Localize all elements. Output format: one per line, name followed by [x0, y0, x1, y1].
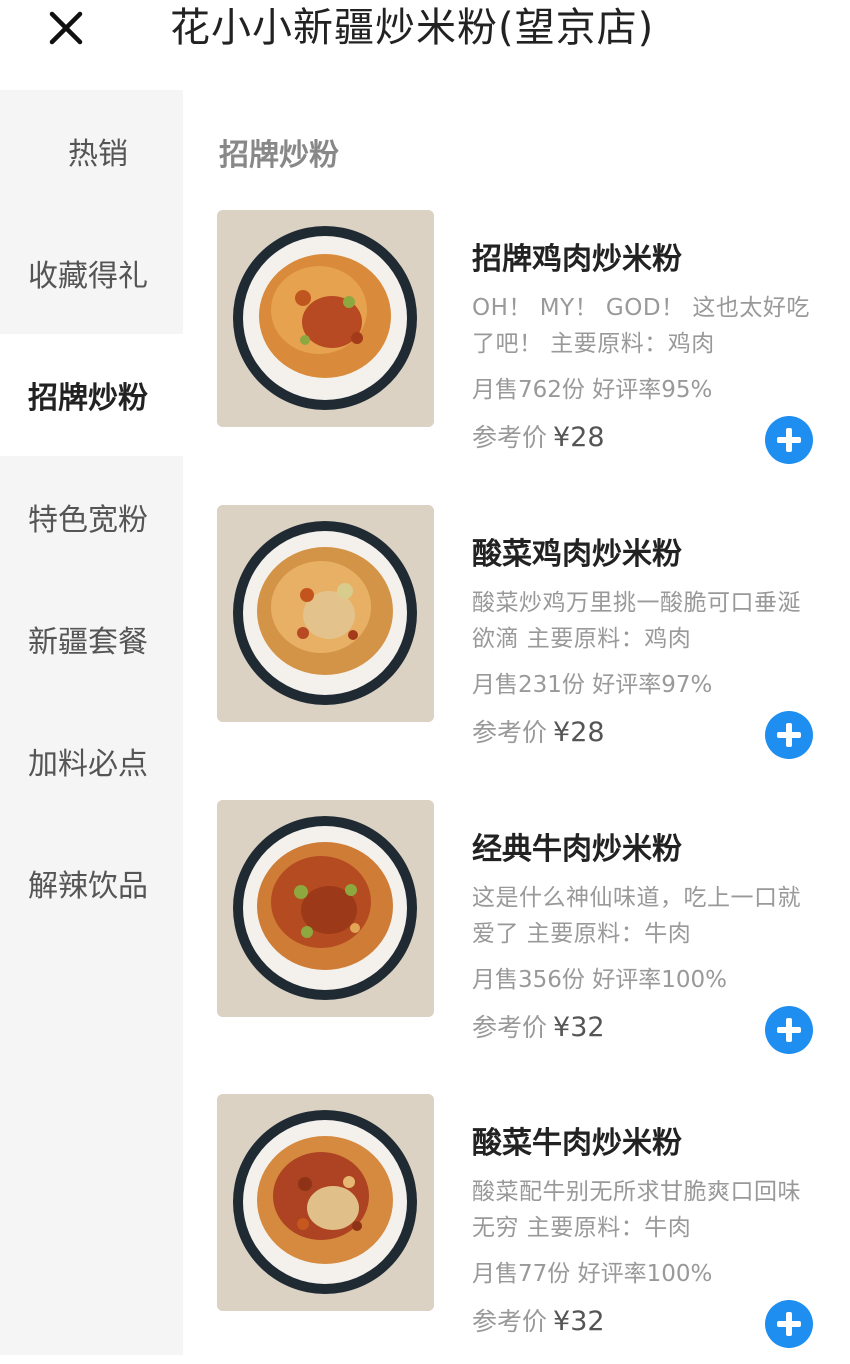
dish-price: 参考价 ¥28 [472, 418, 605, 454]
dish-price: 参考价 ¥28 [472, 713, 605, 749]
add-to-cart-button[interactable] [765, 416, 813, 464]
dish-image [217, 800, 434, 1017]
close-icon [49, 11, 83, 45]
sidebar-item-signature[interactable]: 招牌炒粉 [0, 334, 183, 456]
sidebar-item-label: 收藏得礼 [28, 259, 148, 294]
price-amount: ¥32 [553, 1012, 605, 1043]
dish-image [217, 505, 434, 722]
price-label: 参考价 [472, 1307, 548, 1336]
dish-description: 酸菜配牛别无所求甘脆爽口回味无穷 主要原料：牛肉 [472, 1179, 801, 1241]
dish-name: 酸菜鸡肉炒米粉 [472, 537, 682, 572]
sidebar-item-wide-noodles[interactable]: 特色宽粉 [0, 456, 183, 578]
menu-item[interactable]: 招牌鸡肉炒米粉 OH！ MY！ GOD！ 这也太好吃了吧！ 主要原料：鸡肉 月售… [217, 210, 827, 480]
add-to-cart-button[interactable] [765, 711, 813, 759]
dish-sales: 月售77份 好评率100% [472, 1261, 713, 1287]
sidebar-item-drinks[interactable]: 解辣饮品 [0, 822, 183, 944]
dish-sales: 月售231份 好评率97% [472, 672, 713, 698]
price-label: 参考价 [472, 1013, 548, 1042]
menu-item[interactable]: 酸菜牛肉炒米粉 酸菜配牛别无所求甘脆爽口回味无穷 主要原料：牛肉 月售77份 好… [217, 1094, 827, 1364]
sidebar-item-hot[interactable]: 热销 [0, 90, 183, 212]
dish-name: 经典牛肉炒米粉 [472, 832, 682, 867]
sidebar-item-label: 新疆套餐 [28, 625, 148, 660]
menu-list: 招牌炒粉 招牌鸡肉炒米粉 OH！ MY！ GOD！ 这也太好吃了吧！ 主要原料：… [183, 90, 850, 1355]
dish-sales: 月售762份 好评率95% [472, 377, 713, 403]
dish-name: 招牌鸡肉炒米粉 [472, 242, 682, 277]
sidebar-item-label: 热销 [68, 137, 128, 172]
price-amount: ¥32 [553, 1306, 605, 1337]
menu-item[interactable]: 经典牛肉炒米粉 这是什么神仙味道，吃上一口就爱了 主要原料：牛肉 月售356份 … [217, 800, 827, 1070]
add-to-cart-button[interactable] [765, 1006, 813, 1054]
section-title: 招牌炒粉 [219, 138, 339, 173]
add-to-cart-button[interactable] [765, 1300, 813, 1348]
sidebar-item-label: 解辣饮品 [28, 869, 148, 904]
close-button[interactable] [44, 6, 88, 50]
price-amount: ¥28 [553, 717, 605, 748]
sidebar-item-favorite-gift[interactable]: 收藏得礼 [0, 212, 183, 334]
sidebar-item-label: 加料必点 [28, 747, 148, 782]
dish-price: 参考价 ¥32 [472, 1302, 605, 1338]
dish-image [217, 210, 434, 427]
menu-item[interactable]: 酸菜鸡肉炒米粉 酸菜炒鸡万里挑一酸脆可口垂涎欲滴 主要原料：鸡肉 月售231份 … [217, 505, 827, 775]
sidebar-item-label: 招牌炒粉 [28, 381, 148, 416]
dish-price: 参考价 ¥32 [472, 1008, 605, 1044]
header: 花小小新疆炒米粉(望京店) [0, 0, 850, 90]
sidebar-item-label: 特色宽粉 [28, 503, 148, 538]
category-sidebar: 热销 收藏得礼 招牌炒粉 特色宽粉 新疆套餐 加料必点 解辣饮品 [0, 90, 183, 1355]
sidebar-item-xinjiang-set[interactable]: 新疆套餐 [0, 578, 183, 700]
dish-name: 酸菜牛肉炒米粉 [472, 1126, 682, 1161]
dish-description: 酸菜炒鸡万里挑一酸脆可口垂涎欲滴 主要原料：鸡肉 [472, 590, 801, 652]
price-amount: ¥28 [553, 422, 605, 453]
dish-sales: 月售356份 好评率100% [472, 967, 727, 993]
price-label: 参考价 [472, 423, 548, 452]
dish-description: OH！ MY！ GOD！ 这也太好吃了吧！ 主要原料：鸡肉 [472, 295, 810, 357]
price-label: 参考价 [472, 718, 548, 747]
store-title: 花小小新疆炒米粉(望京店) [170, 5, 655, 51]
dish-image [217, 1094, 434, 1311]
dish-description: 这是什么神仙味道，吃上一口就爱了 主要原料：牛肉 [472, 885, 801, 947]
sidebar-item-addons[interactable]: 加料必点 [0, 700, 183, 822]
